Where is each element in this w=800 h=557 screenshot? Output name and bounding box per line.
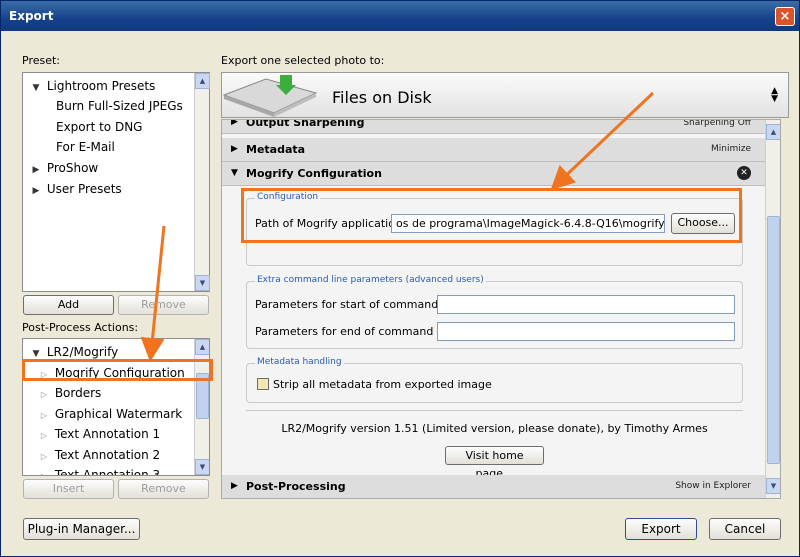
preset-item-user[interactable]: ▶ User Presets: [29, 179, 122, 199]
section-summary: Sharpening Off: [683, 119, 751, 128]
insert-action-button[interactable]: Insert: [23, 479, 114, 499]
item-arrow-icon: ▷: [40, 411, 48, 420]
action-text-annotation-1[interactable]: ▷ Text Annotation 1: [37, 424, 160, 444]
export-destination-selector[interactable]: Files on Disk ▲ ▼: [221, 72, 789, 118]
section-title: Output Sharpening: [246, 119, 365, 129]
collapse-arrow-icon[interactable]: ▶: [29, 181, 43, 201]
scroll-down-icon[interactable]: ▼: [195, 459, 209, 475]
settings-scrollbar[interactable]: ▲ ▼: [765, 120, 780, 498]
preset-scrollbar[interactable]: ▲ ▼: [194, 73, 210, 291]
hard-disk-icon: [222, 75, 318, 117]
highlight-box-configuration: [241, 188, 742, 243]
highlight-box-mogrify-item: [22, 359, 213, 381]
scroll-down-icon[interactable]: ▼: [195, 275, 210, 291]
plugin-manager-button[interactable]: Plug-in Manager...: [23, 518, 140, 540]
scroll-up-icon[interactable]: ▲: [195, 73, 210, 89]
preset-item-email[interactable]: For E-Mail: [56, 137, 115, 157]
section-mogrify-configuration[interactable]: ▼ Mogrify Configuration ✕: [222, 162, 767, 186]
metadata-handling-group: Metadata handling Strip all metadata fro…: [246, 357, 743, 403]
action-label: Borders: [54, 386, 102, 400]
title-bar: Export ×: [1, 1, 799, 31]
group-title: Extra command line parameters (advanced …: [255, 275, 486, 285]
remove-preset-button[interactable]: Remove: [118, 295, 209, 315]
section-summary: Show in Explorer: [675, 481, 751, 491]
remove-action-button[interactable]: Remove: [118, 479, 209, 499]
destination-label: Files on Disk: [332, 88, 432, 107]
scroll-thumb[interactable]: [767, 216, 780, 464]
action-text-annotation-3[interactable]: ▷ Text Annotation 3: [37, 465, 161, 476]
remove-section-icon[interactable]: ✕: [737, 166, 751, 180]
action-label: Text Annotation 3: [54, 468, 161, 476]
end-params-label: Parameters for end of command line:: [255, 325, 461, 338]
preset-item-burn[interactable]: Burn Full-Sized JPEGs: [56, 96, 183, 116]
export-button[interactable]: Export: [625, 518, 697, 540]
section-title: Mogrify Configuration: [246, 167, 382, 180]
close-window-button[interactable]: ×: [775, 7, 795, 26]
preset-item-label: User Presets: [46, 182, 122, 196]
action-label: Text Annotation 1: [54, 427, 161, 441]
end-params-input[interactable]: [437, 322, 735, 341]
strip-metadata-label: Strip all metadata from exported image: [273, 378, 492, 391]
export-to-label: Export one selected photo to:: [221, 54, 385, 67]
scroll-down-icon[interactable]: ▼: [766, 478, 780, 494]
action-label: LR2/Mogrify: [46, 345, 119, 359]
preset-item-dng[interactable]: Export to DNG: [56, 117, 142, 137]
section-title: Metadata: [246, 143, 306, 156]
window-title: Export: [9, 9, 54, 23]
scroll-up-icon[interactable]: ▲: [766, 124, 780, 140]
updown-chevron-icon: ▲ ▼: [771, 86, 778, 104]
export-dialog: Export × Preset: ▼ Lightroom Presets Bur…: [0, 0, 800, 557]
start-params-label: Parameters for start of command line:: [255, 298, 466, 311]
preset-label: Preset:: [22, 54, 61, 67]
section-output-sharpening[interactable]: ▶ Output Sharpening Sharpening Off: [222, 119, 767, 134]
visit-home-page-button[interactable]: Visit home page...: [445, 446, 544, 480]
group-title: Metadata handling: [255, 357, 344, 367]
cancel-button[interactable]: Cancel: [709, 518, 781, 540]
action-label: Graphical Watermark: [54, 407, 183, 421]
section-metadata[interactable]: ▶ Metadata Minimize: [222, 138, 767, 162]
action-borders[interactable]: ▷ Borders: [37, 383, 101, 403]
collapse-arrow-icon[interactable]: ▶: [231, 144, 238, 154]
scroll-up-icon[interactable]: ▲: [195, 339, 209, 355]
separator: [246, 410, 743, 411]
action-text-annotation-2[interactable]: ▷ Text Annotation 2: [37, 445, 160, 465]
collapse-arrow-icon[interactable]: ▶: [29, 160, 43, 180]
export-settings-panel: ▶ Output Sharpening Sharpening Off ▶ Met…: [221, 119, 781, 499]
section-title: Post-Processing: [246, 480, 346, 493]
collapse-arrow-icon[interactable]: ▶: [231, 120, 238, 127]
item-arrow-icon: ▷: [37, 467, 51, 475]
collapse-arrow-icon[interactable]: ▶: [231, 481, 238, 491]
action-label: Text Annotation 2: [54, 448, 161, 462]
extra-params-group: Extra command line parameters (advanced …: [246, 275, 743, 349]
preset-list: ▼ Lightroom Presets Burn Full-Sized JPEG…: [22, 72, 210, 292]
preset-item-label: Lightroom Presets: [46, 79, 156, 93]
postprocess-label: Post-Process Actions:: [22, 321, 139, 334]
expand-arrow-icon[interactable]: ▼: [231, 168, 238, 178]
preset-item-lightroom[interactable]: ▼ Lightroom Presets: [29, 76, 156, 98]
preset-item-label: ProShow: [46, 161, 99, 175]
section-post-processing[interactable]: ▶ Post-Processing Show in Explorer: [222, 475, 767, 498]
item-arrow-icon: ▷: [40, 390, 48, 399]
add-preset-button[interactable]: Add: [23, 295, 114, 315]
expand-arrow-icon[interactable]: ▼: [29, 78, 43, 98]
preset-item-proshow[interactable]: ▶ ProShow: [29, 158, 99, 180]
item-arrow-icon: ▷: [40, 452, 48, 461]
version-text: LR2/Mogrify version 1.51 (Limited versio…: [281, 422, 708, 435]
item-arrow-icon: ▷: [40, 431, 48, 440]
strip-metadata-checkbox[interactable]: [257, 378, 269, 390]
action-graphical-watermark[interactable]: ▷ Graphical Watermark: [37, 404, 182, 424]
section-summary: Minimize: [711, 144, 751, 154]
start-params-input[interactable]: [437, 295, 735, 314]
